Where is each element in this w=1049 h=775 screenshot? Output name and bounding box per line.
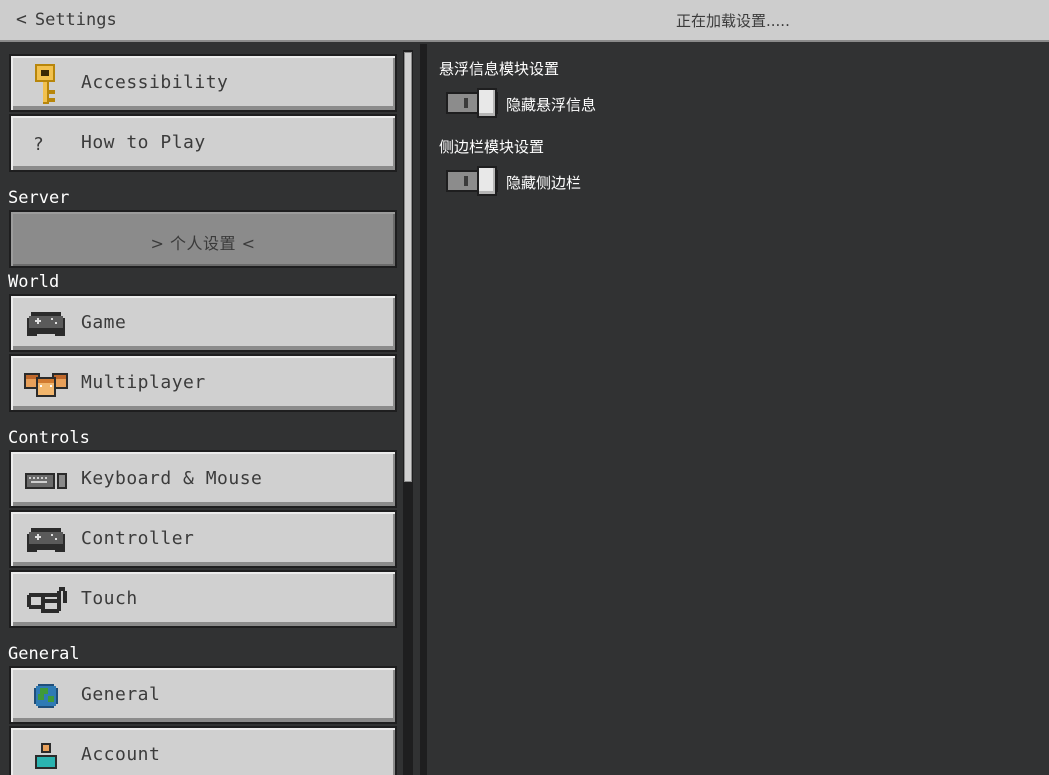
sidebar-item-label: Controller [81, 528, 195, 549]
section-world: World [8, 272, 60, 292]
gamepad-icon [23, 520, 69, 560]
section-server: Server [8, 188, 70, 208]
section-controls: Controls [8, 428, 90, 448]
sidebar-item-multiplayer[interactable]: Multiplayer [9, 354, 397, 412]
section-general: General [8, 644, 80, 664]
sidebar-item-how-to-play[interactable]: ? How to Play [9, 114, 397, 172]
sidebar-item-game[interactable]: Game [9, 294, 397, 352]
sidebar-item-label: Keyboard & Mouse [81, 468, 263, 489]
top-bar: < Settings 正在加载设置..... [0, 0, 1049, 42]
globe-icon [23, 676, 69, 716]
toggle-hide-floating-info[interactable] [446, 87, 498, 118]
gamepad-icon [23, 304, 69, 344]
keyboard-mouse-icon [23, 460, 69, 500]
toggle-label-hide-floating-info: 隐藏悬浮信息 [506, 96, 597, 114]
question-icon: ? [33, 133, 44, 155]
module-title-floating-info: 悬浮信息模块设置 [439, 60, 560, 78]
sidebar-item-label: How to Play [81, 132, 206, 153]
settings-content: 悬浮信息模块设置 隐藏悬浮信息 侧边栏模块设置 隐藏侧边栏 [427, 44, 1049, 775]
sidebar-item-personal-settings[interactable]: > 个人设置 < [9, 210, 397, 268]
settings-sidebar: Accessibility ? How to Play Server > 个人设… [0, 44, 418, 775]
touch-icon [23, 580, 69, 620]
sidebar-scrollbar-thumb[interactable] [404, 52, 412, 482]
module-title-sidebar: 侧边栏模块设置 [439, 138, 545, 156]
loading-status: 正在加载设置..... [676, 12, 790, 30]
sidebar-item-keyboard-mouse[interactable]: Keyboard & Mouse [9, 450, 397, 508]
toggle-off-indicator [464, 176, 468, 186]
sidebar-item-label: Touch [81, 588, 138, 609]
sidebar-item-label: General [81, 684, 161, 705]
sidebar-item-touch[interactable]: Touch [9, 570, 397, 628]
sidebar-item-account[interactable]: Account [9, 726, 397, 775]
sidebar-item-accessibility[interactable]: Accessibility [9, 54, 397, 112]
sidebar-item-label: Multiplayer [81, 372, 206, 393]
back-button-label: Settings [34, 10, 117, 30]
account-icon [23, 736, 69, 775]
toggle-knob [477, 166, 497, 196]
players-icon [23, 364, 69, 404]
back-button[interactable]: < Settings [10, 6, 123, 34]
sidebar-item-label: > 个人设置 < [150, 234, 256, 253]
key-icon [23, 64, 69, 104]
sidebar-item-label: Game [81, 312, 127, 333]
toggle-label-hide-sidebar: 隐藏侧边栏 [506, 174, 582, 192]
sidebar-item-label: Accessibility [81, 72, 229, 93]
chevron-left-icon: < [16, 9, 27, 30]
toggle-off-indicator [464, 98, 468, 108]
sidebar-item-controller[interactable]: Controller [9, 510, 397, 568]
sidebar-item-general[interactable]: General [9, 666, 397, 724]
sidebar-item-label: Account [81, 744, 161, 765]
panel-divider [420, 44, 427, 775]
toggle-knob [477, 88, 497, 118]
toggle-hide-sidebar[interactable] [446, 165, 498, 196]
